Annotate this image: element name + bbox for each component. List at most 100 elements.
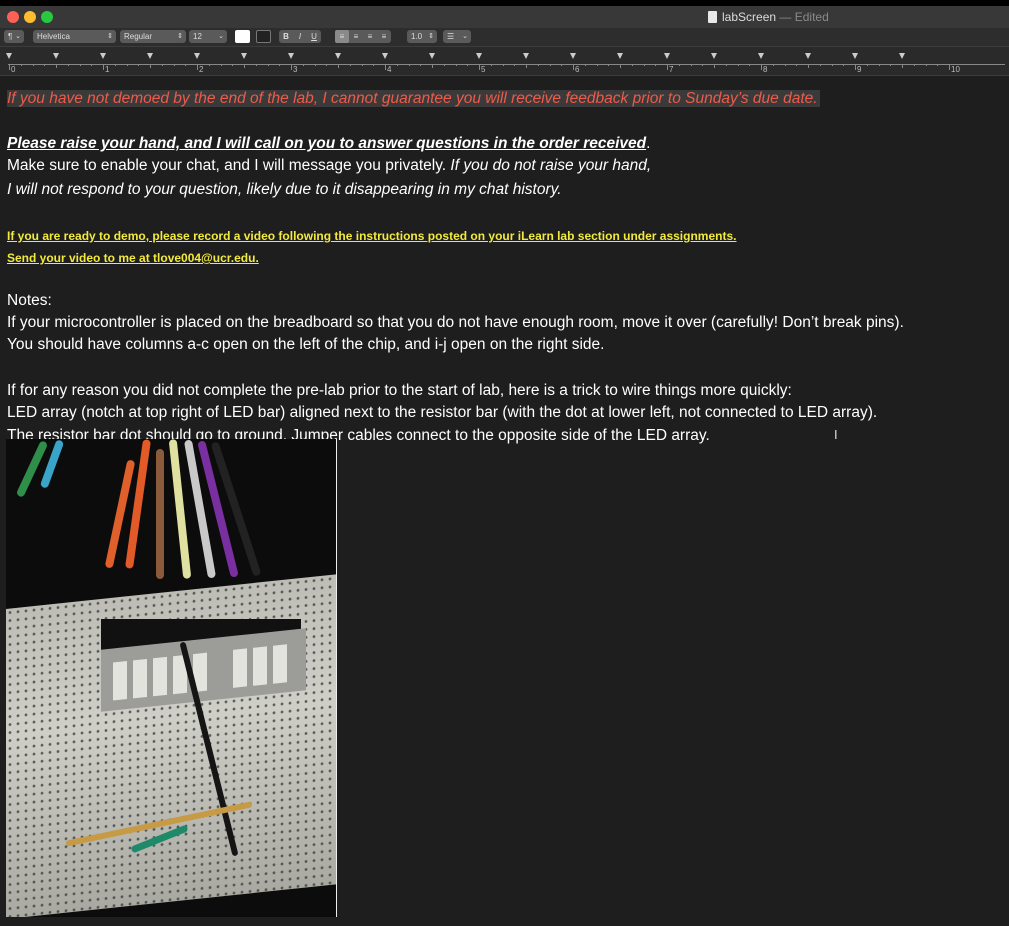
send-video-email[interactable]: Send your video to me at tlove004@ucr.ed…: [7, 248, 259, 268]
ruler-minor-tick: [537, 64, 539, 66]
ruler-minor-tick: [161, 64, 163, 66]
ruler-minor-tick: [255, 64, 257, 66]
tab-stop-marker[interactable]: [53, 53, 59, 59]
ruler-minor-tick: [866, 64, 868, 66]
tab-stop-marker[interactable]: [617, 53, 623, 59]
tab-stop-marker[interactable]: [382, 53, 388, 59]
tab-stop-marker[interactable]: [523, 53, 529, 59]
tab-stop-marker[interactable]: [6, 53, 12, 59]
tab-stop-marker[interactable]: [805, 53, 811, 59]
format-toolbar: ¶ ⌄ Helvetica ⇕ Regular ⇕ 12 ⌄ B I U ≡ ≡ ≡ ≡…: [0, 28, 1009, 47]
ruler-minor-tick: [420, 64, 422, 66]
ruler-minor-tick: [514, 64, 516, 66]
tab-stop-marker[interactable]: [570, 53, 576, 59]
ruler-minor-tick: [878, 64, 880, 66]
tab-stop-marker[interactable]: [711, 53, 717, 59]
ruler-major-tick: [573, 64, 574, 70]
chat-line-1: Make sure to enable your chat, and I wil…: [7, 156, 651, 176]
ruler-minor-tick: [819, 64, 821, 66]
ruler-minor-tick: [32, 64, 34, 66]
breadboard-photo: [6, 439, 337, 917]
ruler-minor-tick: [678, 64, 680, 66]
notes-line-2: You should have columns a-c open on the …: [7, 336, 605, 353]
ruler-minor-tick: [620, 64, 621, 68]
font-family-popup[interactable]: Helvetica ⇕: [33, 30, 116, 43]
line-spacing-popup[interactable]: 1.0 ⇕: [407, 30, 437, 43]
align-right-button[interactable]: ≡: [363, 30, 377, 43]
ruler-number: 3: [293, 65, 298, 74]
tab-stop-marker[interactable]: [758, 53, 764, 59]
ruler-minor-tick: [890, 64, 892, 66]
tab-stop-marker[interactable]: [476, 53, 482, 59]
ruler-minor-tick: [737, 64, 739, 66]
tab-stop-marker[interactable]: [335, 53, 341, 59]
align-left-button[interactable]: ≡: [335, 30, 349, 43]
ruler-minor-tick: [925, 64, 927, 66]
list-style-popup[interactable]: ☰ ⌄: [443, 30, 471, 43]
ruler-number: 2: [199, 65, 204, 74]
ruler-minor-tick: [784, 64, 786, 66]
title-bar[interactable]: labScreen — Edited: [0, 6, 1009, 28]
font-family-value: Helvetica: [37, 32, 70, 41]
ruler-minor-tick: [232, 64, 234, 66]
document-body[interactable]: If you have not demoed by the end of the…: [0, 76, 1009, 926]
font-style-value: Regular: [124, 32, 153, 41]
ruler-minor-tick: [314, 64, 316, 66]
ruler-minor-tick: [432, 64, 433, 68]
tab-stop-marker[interactable]: [194, 53, 200, 59]
demo-warning-text: If you have not demoed by the end of the…: [7, 90, 820, 107]
minimize-window-button[interactable]: [24, 11, 36, 23]
tab-stop-marker[interactable]: [100, 53, 106, 59]
ruler-major-tick: [197, 64, 198, 70]
justify-button[interactable]: ≡: [377, 30, 391, 43]
ruler-minor-tick: [490, 64, 492, 66]
tab-stop-marker[interactable]: [664, 53, 670, 59]
tab-stop-marker[interactable]: [429, 53, 435, 59]
ruler-minor-tick: [279, 64, 281, 66]
ruler-major-tick: [761, 64, 762, 70]
ibeam-cursor-icon: I: [834, 427, 838, 442]
ruler-minor-tick: [302, 64, 304, 66]
list-icon: ☰: [447, 32, 455, 41]
highlight-color-well[interactable]: [256, 30, 271, 43]
paragraph-style-popup[interactable]: ¶ ⌄: [4, 30, 24, 43]
align-center-button[interactable]: ≡: [349, 30, 363, 43]
bius-segment: B I U: [279, 30, 321, 43]
text-color-well[interactable]: [235, 30, 250, 43]
tab-stop-marker[interactable]: [241, 53, 247, 59]
window-title: labScreen — Edited: [708, 9, 829, 25]
ruler-minor-tick: [91, 64, 93, 66]
tab-stop-marker[interactable]: [288, 53, 294, 59]
close-window-button[interactable]: [7, 11, 19, 23]
ruler-major-tick: [855, 64, 856, 70]
textedit-window: labScreen — Edited ¶ ⌄ Helvetica ⇕ Regular…: [0, 6, 1009, 926]
ruler-minor-tick: [408, 64, 410, 66]
underline-button[interactable]: U: [307, 30, 321, 43]
ruler-major-tick: [9, 64, 10, 70]
tab-stop-marker[interactable]: [899, 53, 905, 59]
ruler-minor-tick: [796, 64, 798, 66]
bold-button[interactable]: B: [279, 30, 293, 43]
demo-video-instructions[interactable]: If you are ready to demo, please record …: [7, 226, 736, 246]
ruler-minor-tick: [373, 64, 375, 66]
italic-button[interactable]: I: [293, 30, 307, 43]
ruler-minor-tick: [561, 64, 563, 66]
ruler-minor-tick: [326, 64, 328, 66]
font-size-combo[interactable]: 12 ⌄: [189, 30, 227, 43]
ruler-major-tick: [949, 64, 950, 70]
zoom-window-button[interactable]: [41, 11, 53, 23]
font-style-popup[interactable]: Regular ⇕: [120, 30, 186, 43]
ruler-major-tick: [667, 64, 668, 70]
tab-stop-marker[interactable]: [147, 53, 153, 59]
document-icon: [708, 11, 717, 23]
wire-green: [15, 440, 49, 498]
ruler-minor-tick: [244, 64, 245, 68]
ruler[interactable]: 0 1 2 3 4 5 6 7 8 9 10: [0, 47, 1009, 76]
ruler-minor-tick: [702, 64, 704, 66]
tab-stop-marker[interactable]: [852, 53, 858, 59]
raise-hand-period: .: [646, 135, 651, 152]
raise-hand-line: Please raise your hand, and I will call …: [7, 134, 650, 154]
ruler-number: 1: [105, 65, 110, 74]
chat-text-italic: If you do not raise your hand,: [450, 157, 652, 174]
wire-orange-2: [124, 439, 152, 569]
